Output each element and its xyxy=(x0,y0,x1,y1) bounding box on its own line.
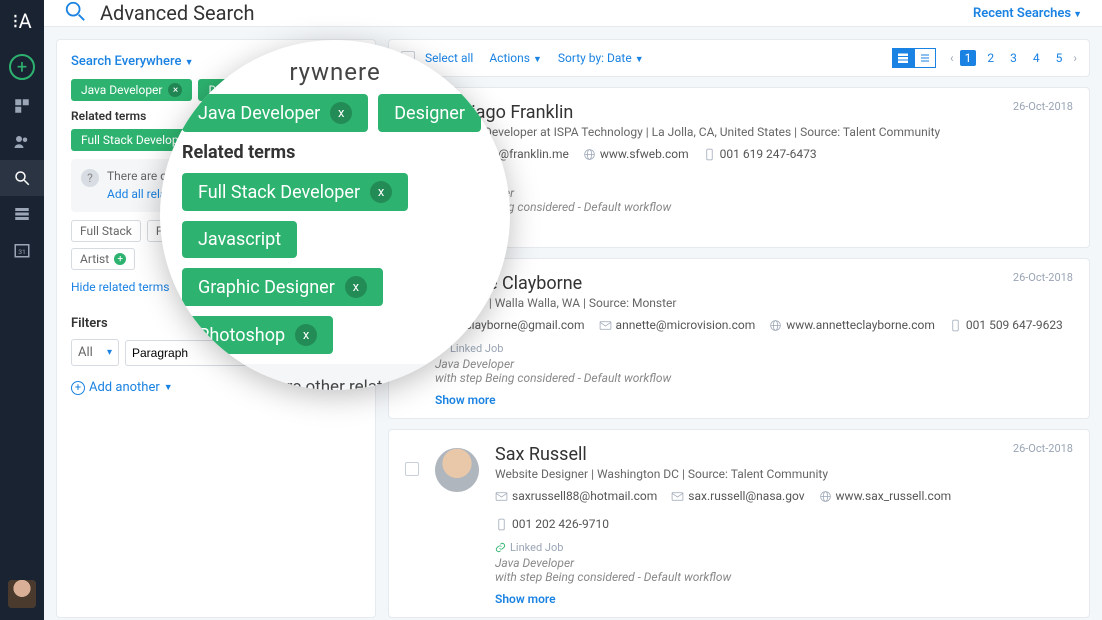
mag-related-tag[interactable]: Javascript xyxy=(182,221,297,258)
nav-dashboard[interactable] xyxy=(0,88,44,124)
search-scope[interactable]: Search Everywhere ▼ xyxy=(71,54,194,69)
candidate-avatar xyxy=(435,448,479,492)
remove-tag-icon[interactable]: × xyxy=(168,83,182,97)
email-icon: sax.russell@nasa.gov xyxy=(671,489,804,503)
result-date: 26-Oct-2018 xyxy=(1013,100,1073,113)
page-2[interactable]: 2 xyxy=(982,50,999,66)
search-icon xyxy=(64,0,86,26)
linked-job-title: Java Developer xyxy=(435,357,1073,371)
candidate-name[interactable]: Santiago Franklin xyxy=(435,102,1073,123)
phone-icon: 001 619 247-6473 xyxy=(703,147,817,161)
remove-tag-icon[interactable]: x xyxy=(330,102,352,124)
candidate-name[interactable]: Sax Russell xyxy=(495,444,1073,465)
mag-tag[interactable]: Designer xyxy=(378,94,481,132)
globe-icon: www.annetteclayborne.com xyxy=(769,318,935,332)
results-toolbar: Select all Actions ▼ Sorty by: Date ▼ ‹ … xyxy=(388,39,1090,77)
sort-menu[interactable]: Sorty by: Date ▼ xyxy=(558,51,644,65)
mag-tag[interactable]: Java Developerx xyxy=(182,94,368,132)
nav-library[interactable] xyxy=(0,196,44,232)
mag-related-tag[interactable]: Full Stack Developerx xyxy=(182,173,408,211)
recent-searches[interactable]: Recent Searches▼ xyxy=(973,6,1082,21)
add-term-icon[interactable]: + xyxy=(114,253,126,265)
svg-text:31: 31 xyxy=(18,248,26,256)
remove-tag-icon[interactable]: x xyxy=(295,324,317,346)
filter-scope-select[interactable]: All▾ xyxy=(71,339,119,366)
left-nav: ⁝A + 31 xyxy=(0,0,44,620)
linked-job-step: with step Being considered - Default wor… xyxy=(435,200,1073,214)
page-4[interactable]: 4 xyxy=(1028,50,1045,66)
globe-icon: www.sax_russell.com xyxy=(819,489,952,503)
select-all-link[interactable]: Select all xyxy=(425,51,473,65)
linked-job-label: Linked Job xyxy=(435,342,1073,355)
candidate-subtitle: Backend Developer at ISPA Technology | L… xyxy=(435,125,1073,139)
nav-people[interactable] xyxy=(0,124,44,160)
email-icon: saxrussell88@hotmail.com xyxy=(495,489,657,503)
pagination: ‹ 1 2 3 4 5 › xyxy=(950,50,1077,66)
remove-tag-icon[interactable]: x xyxy=(370,181,392,203)
page-next[interactable]: › xyxy=(1073,51,1077,65)
search-tag[interactable]: Java Developer× xyxy=(71,79,192,101)
zoom-overlay: rywnere Java Developerx Designer Related… xyxy=(160,40,510,390)
result-card: 26-Oct-2018 Sax Russell Website Designer… xyxy=(388,429,1090,618)
candidate-subtitle: Website Designer | Washington DC | Sourc… xyxy=(495,467,1073,481)
actions-menu[interactable]: Actions ▼ xyxy=(489,51,542,65)
linked-job-step: with step Being considered - Default wor… xyxy=(435,371,1073,385)
page-title: Advanced Search xyxy=(100,1,973,25)
user-avatar[interactable] xyxy=(8,580,36,608)
candidate-name[interactable]: Annette Clayborne xyxy=(435,273,1073,294)
results-panel: Select all Actions ▼ Sorty by: Date ▼ ‹ … xyxy=(388,39,1090,618)
mag-related-tag[interactable]: Graphic Designerx xyxy=(182,268,383,306)
page-1[interactable]: 1 xyxy=(960,50,977,66)
view-cards[interactable] xyxy=(892,48,914,68)
view-toggle xyxy=(892,48,936,68)
email-icon: annette@microvision.com xyxy=(599,318,756,332)
add-button[interactable]: + xyxy=(9,54,35,80)
result-date: 26-Oct-2018 xyxy=(1013,271,1073,284)
result-date: 26-Oct-2018 xyxy=(1013,442,1073,455)
nav-search[interactable] xyxy=(0,160,44,196)
hide-related-terms[interactable]: Hide related terms xyxy=(71,280,169,294)
suggested-term[interactable]: Full Stack xyxy=(71,220,141,242)
app-logo: ⁝A xyxy=(7,6,37,36)
globe-icon: www.sfweb.com xyxy=(583,147,689,161)
page-prev[interactable]: ‹ xyxy=(950,51,954,65)
view-list[interactable] xyxy=(914,48,936,68)
phone-icon: 001 509 647-9623 xyxy=(949,318,1063,332)
linked-job-step: with step Being considered - Default wor… xyxy=(495,570,1073,584)
nav-calendar[interactable]: 31 xyxy=(0,232,44,268)
suggested-term[interactable]: Artist+ xyxy=(71,248,135,270)
linked-job-title: Java Developer xyxy=(495,556,1073,570)
phone-icon: 001 202 426-9710 xyxy=(495,517,609,531)
linked-job-label: Linked Job xyxy=(435,171,1073,184)
linked-job-title: Java Developer xyxy=(435,186,1073,200)
add-another-filter[interactable]: +Add another ▼ xyxy=(71,380,173,395)
result-checkbox[interactable] xyxy=(405,462,419,476)
remove-tag-icon[interactable]: x xyxy=(345,276,367,298)
page-5[interactable]: 5 xyxy=(1051,50,1068,66)
show-more[interactable]: Show more xyxy=(435,393,496,407)
help-icon: ? xyxy=(81,169,99,187)
linked-job-label: Linked Job xyxy=(495,541,1073,554)
page-header: Advanced Search Recent Searches▼ xyxy=(44,0,1102,27)
candidate-subtitle: Illustrator | Walla Walla, WA | Source: … xyxy=(435,296,1073,310)
show-more[interactable]: Show more xyxy=(495,592,556,606)
page-3[interactable]: 3 xyxy=(1005,50,1022,66)
